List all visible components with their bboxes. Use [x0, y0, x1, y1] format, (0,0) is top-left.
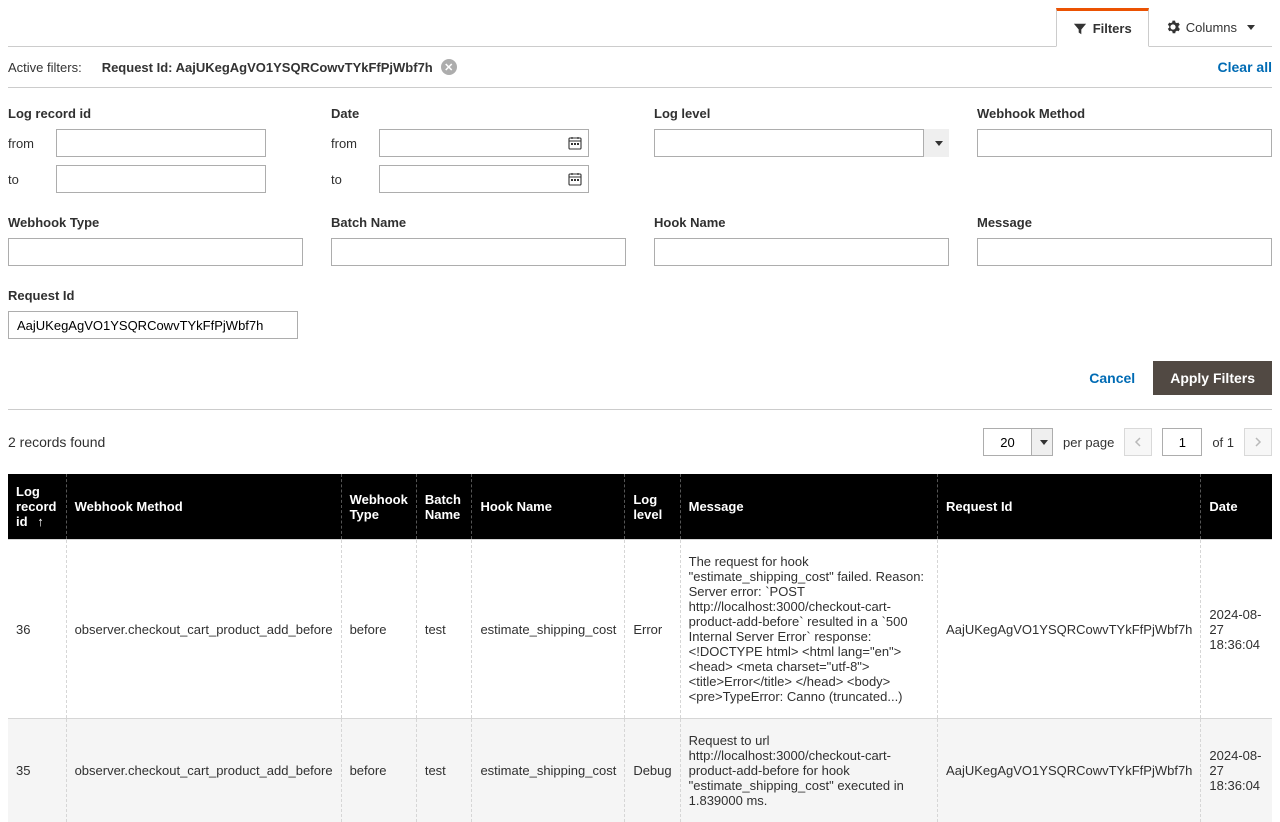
- webhook-type-input[interactable]: [8, 238, 303, 266]
- cell-method: observer.checkout_cart_product_add_befor…: [66, 540, 341, 719]
- sort-asc-icon: ↑: [37, 514, 44, 529]
- header-message[interactable]: Message: [680, 474, 937, 540]
- calendar-icon[interactable]: [562, 166, 588, 192]
- header-request[interactable]: Request Id: [938, 474, 1201, 540]
- cell-hook: estimate_shipping_cost: [472, 719, 625, 822]
- page-total-label: of 1: [1212, 435, 1234, 450]
- filter-log-record-id: Log record id from to: [8, 106, 303, 193]
- range-from-label: from: [8, 136, 46, 151]
- tab-columns[interactable]: Columns: [1149, 8, 1272, 46]
- filter-request-id: Request Id: [8, 288, 298, 339]
- filter-label: Log record id: [8, 106, 303, 121]
- header-level[interactable]: Log level: [625, 474, 680, 540]
- active-filters-label: Active filters:: [8, 60, 82, 75]
- webhook-method-input[interactable]: [977, 129, 1272, 157]
- date-from-input[interactable]: [379, 129, 589, 157]
- cell-method: observer.checkout_cart_product_add_befor…: [66, 719, 341, 822]
- pager-next-button[interactable]: [1244, 428, 1272, 456]
- cell-hook: estimate_shipping_cost: [472, 540, 625, 719]
- chevron-down-icon[interactable]: [1031, 428, 1053, 456]
- filter-label: Message: [977, 215, 1272, 230]
- filter-chip-text: Request Id: AajUKegAgVO1YSQRCowvTYkFfPjW…: [102, 60, 433, 75]
- pager-prev-button[interactable]: [1124, 428, 1152, 456]
- chevron-down-icon[interactable]: [923, 129, 949, 157]
- range-from-label: from: [331, 136, 369, 151]
- filter-label: Webhook Type: [8, 215, 303, 230]
- request-id-input[interactable]: [8, 311, 298, 339]
- cell-batch: test: [416, 719, 472, 822]
- table-header-row: Log record id ↑ Webhook Method Webhook T…: [8, 474, 1272, 540]
- cell-level: Error: [625, 540, 680, 719]
- view-tabs: Filters Columns: [8, 8, 1272, 47]
- hook-name-input[interactable]: [654, 238, 949, 266]
- page-size-input[interactable]: [983, 428, 1031, 456]
- tab-filters-label: Filters: [1093, 21, 1132, 36]
- cell-level: Debug: [625, 719, 680, 822]
- active-filters-bar: Active filters: Request Id: AajUKegAgVO1…: [8, 47, 1272, 88]
- filter-webhook-method: Webhook Method: [977, 106, 1272, 193]
- table-row[interactable]: 36 observer.checkout_cart_product_add_be…: [8, 540, 1272, 719]
- filter-label: Batch Name: [331, 215, 626, 230]
- header-hook[interactable]: Hook Name: [472, 474, 625, 540]
- filter-webhook-type: Webhook Type: [8, 215, 303, 266]
- range-to-label: to: [331, 172, 369, 187]
- log-level-select[interactable]: [654, 129, 949, 157]
- cancel-button[interactable]: Cancel: [1089, 370, 1135, 386]
- records-toolbar: 2 records found per page of 1: [8, 410, 1272, 474]
- header-batch[interactable]: Batch Name: [416, 474, 472, 540]
- filter-message: Message: [977, 215, 1272, 266]
- cell-date: 2024-08-27 18:36:04: [1201, 719, 1272, 822]
- pager: per page of 1: [983, 428, 1272, 456]
- header-webhook-type[interactable]: Webhook Type: [341, 474, 416, 540]
- filter-batch-name: Batch Name: [331, 215, 626, 266]
- tab-columns-label: Columns: [1186, 20, 1237, 35]
- cell-request: AajUKegAgVO1YSQRCowvTYkFfPjWbf7h: [938, 540, 1201, 719]
- funnel-icon: [1073, 22, 1087, 36]
- active-filter-chip: Request Id: AajUKegAgVO1YSQRCowvTYkFfPjW…: [102, 59, 457, 75]
- table-row[interactable]: 35 observer.checkout_cart_product_add_be…: [8, 719, 1272, 822]
- cell-log-id: 35: [8, 719, 66, 822]
- cell-wtype: before: [341, 719, 416, 822]
- tab-filters[interactable]: Filters: [1056, 8, 1149, 47]
- records-count: 2 records found: [8, 434, 105, 450]
- filter-actions: Cancel Apply Filters: [8, 361, 1272, 395]
- filters-panel: Log record id from to Date from: [8, 88, 1272, 410]
- filter-label: Date: [331, 106, 626, 121]
- log-id-from-input[interactable]: [56, 129, 266, 157]
- filter-label: Request Id: [8, 288, 298, 303]
- log-table: Log record id ↑ Webhook Method Webhook T…: [8, 474, 1272, 822]
- filter-date: Date from to: [331, 106, 626, 193]
- filter-label: Log level: [654, 106, 949, 121]
- cell-message: Request to url http://localhost:3000/che…: [680, 719, 937, 822]
- filter-hook-name: Hook Name: [654, 215, 949, 266]
- cell-message: The request for hook "estimate_shipping_…: [680, 540, 937, 719]
- batch-name-input[interactable]: [331, 238, 626, 266]
- chevron-down-icon: [1247, 25, 1255, 30]
- message-input[interactable]: [977, 238, 1272, 266]
- filter-label: Hook Name: [654, 215, 949, 230]
- cell-batch: test: [416, 540, 472, 719]
- gear-icon: [1166, 20, 1180, 34]
- log-id-to-input[interactable]: [56, 165, 266, 193]
- header-date[interactable]: Date: [1201, 474, 1272, 540]
- date-to-input[interactable]: [379, 165, 589, 193]
- remove-filter-icon[interactable]: ✕: [441, 59, 457, 75]
- header-method[interactable]: Webhook Method: [66, 474, 341, 540]
- calendar-icon[interactable]: [562, 130, 588, 156]
- per-page-label: per page: [1063, 435, 1114, 450]
- page-current-input[interactable]: [1162, 428, 1202, 456]
- header-log-id[interactable]: Log record id ↑: [8, 474, 66, 540]
- filter-label: Webhook Method: [977, 106, 1272, 121]
- page-size-select[interactable]: [983, 428, 1053, 456]
- apply-filters-button[interactable]: Apply Filters: [1153, 361, 1272, 395]
- clear-all-link[interactable]: Clear all: [1218, 59, 1272, 75]
- cell-request: AajUKegAgVO1YSQRCowvTYkFfPjWbf7h: [938, 719, 1201, 822]
- cell-wtype: before: [341, 540, 416, 719]
- cell-log-id: 36: [8, 540, 66, 719]
- cell-date: 2024-08-27 18:36:04: [1201, 540, 1272, 719]
- range-to-label: to: [8, 172, 46, 187]
- filter-log-level: Log level: [654, 106, 949, 193]
